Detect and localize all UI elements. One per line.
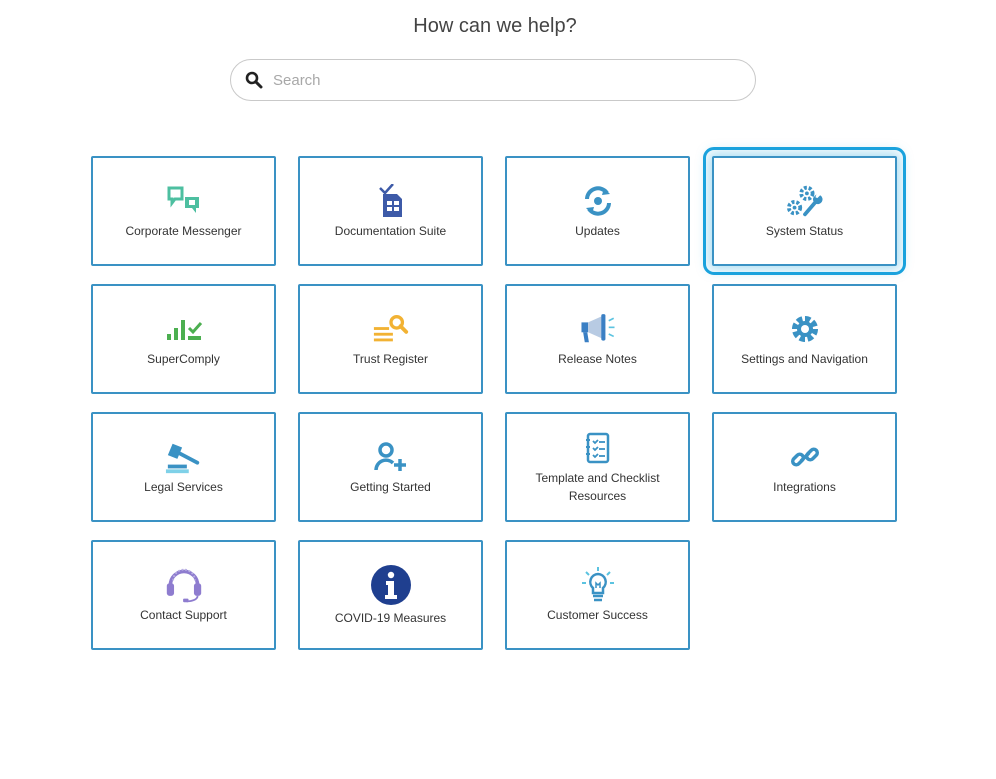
gears-wrench-icon: [786, 182, 824, 220]
tile-label: Integrations: [773, 480, 836, 494]
tile-label: Settings and Navigation: [741, 352, 868, 366]
topic-grid: Corporate Messenger Documentation Suite: [91, 147, 906, 650]
tile-contact-support[interactable]: Contact Support: [91, 540, 276, 650]
add-user-icon: [372, 438, 410, 476]
tile-label: Customer Success: [547, 608, 648, 622]
tile-label: Getting Started: [350, 480, 431, 494]
tile-label: Legal Services: [144, 480, 223, 494]
chat-bubbles-icon: [165, 182, 203, 220]
tile-label: SuperComply: [147, 352, 220, 366]
tile-label: Corporate Messenger: [125, 224, 242, 238]
gavel-icon: [165, 438, 203, 476]
tile-corporate-messenger[interactable]: Corporate Messenger: [91, 156, 276, 266]
megaphone-icon: [579, 310, 617, 348]
tile-label: Trust Register: [353, 352, 428, 366]
help-center-page: How can we help? Corporate Messenger: [0, 0, 996, 779]
tile-getting-started[interactable]: Getting Started: [298, 412, 483, 522]
search-input[interactable]: [271, 70, 715, 90]
magnifier-list-icon: [372, 310, 410, 348]
lightbulb-icon: [579, 566, 617, 604]
bar-chart-check-icon: [165, 310, 203, 348]
tile-label: Documentation Suite: [334, 224, 447, 238]
tile-label: Contact Support: [140, 608, 227, 622]
link-icon: [786, 438, 824, 476]
search-icon: [245, 71, 263, 89]
document-building-icon: [372, 182, 410, 220]
tile-label: System Status: [765, 224, 844, 238]
tile-system-status[interactable]: System Status: [703, 147, 906, 275]
tile-integrations[interactable]: Integrations: [712, 412, 897, 522]
tile-settings-and-navigation[interactable]: Settings and Navigation: [712, 284, 897, 394]
tile-legal-services[interactable]: Legal Services: [91, 412, 276, 522]
refresh-icon: [579, 182, 617, 220]
tile-label: Updates: [575, 224, 620, 238]
tile-template-and-checklist-resources[interactable]: Template and Checklist Resources: [505, 412, 690, 522]
gear-icon: [786, 310, 824, 348]
info-icon: [369, 563, 413, 607]
tile-label: COVID-19 Measures: [334, 611, 447, 625]
search-bar[interactable]: [230, 59, 756, 101]
tile-customer-success[interactable]: Customer Success: [505, 540, 690, 650]
tile-release-notes[interactable]: Release Notes: [505, 284, 690, 394]
tile-trust-register[interactable]: Trust Register: [298, 284, 483, 394]
tile-label: Template and Checklist Resources: [535, 471, 660, 503]
tile-label: Release Notes: [558, 352, 637, 366]
checklist-icon: [579, 429, 617, 467]
tile-documentation-suite[interactable]: Documentation Suite: [298, 156, 483, 266]
tile-updates[interactable]: Updates: [505, 156, 690, 266]
tile-supercomply[interactable]: SuperComply: [91, 284, 276, 394]
tile-covid-19-measures[interactable]: COVID-19 Measures: [298, 540, 483, 650]
headset-icon: [165, 566, 203, 604]
page-title: How can we help?: [413, 15, 577, 37]
